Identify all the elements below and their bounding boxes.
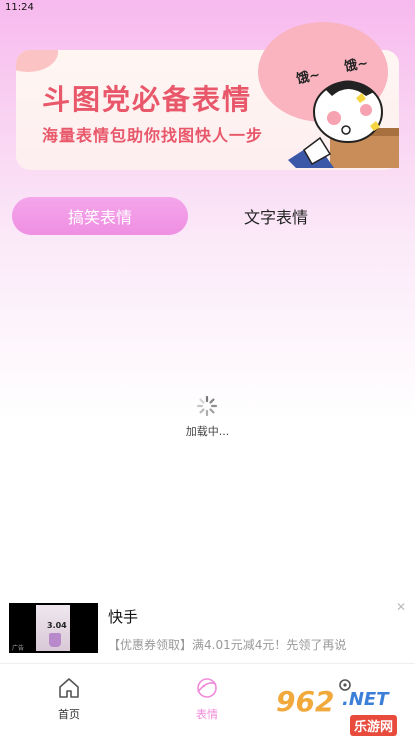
ad-thumbnail[interactable]: 3.04 广告 bbox=[9, 603, 98, 653]
home-icon bbox=[59, 678, 79, 698]
nav-item-stickers[interactable]: 表情 bbox=[167, 676, 247, 722]
nav-item-home[interactable]: 首页 bbox=[29, 676, 109, 722]
ad-title: 快手 bbox=[108, 608, 139, 626]
watermark-site-name: 乐游网 bbox=[350, 715, 398, 736]
nav-label-home: 首页 bbox=[58, 708, 80, 721]
category-tabs: 搞笑表情 文字表情 bbox=[12, 197, 404, 235]
status-time: 11:24 bbox=[5, 2, 34, 13]
ad-description: 【优惠券领取】满4.01元减4元！先领了再说 bbox=[108, 638, 347, 652]
watermark: 962 .NET 乐游网 bbox=[272, 685, 415, 738]
banner-title: 斗图党必备表情 bbox=[42, 83, 253, 116]
banner-subtitle: 海量表情包助你找图快人一步 bbox=[42, 126, 264, 145]
tab-text-stickers[interactable]: 文字表情 bbox=[188, 197, 364, 235]
ad-badge: 广告 bbox=[12, 645, 25, 652]
close-icon[interactable]: ✕ bbox=[396, 600, 406, 614]
tab-funny-stickers[interactable]: 搞笑表情 bbox=[12, 197, 188, 235]
watermark-number: 962 bbox=[276, 685, 335, 718]
planet-icon bbox=[197, 678, 217, 698]
spinner-icon bbox=[196, 395, 218, 417]
ad-banner[interactable]: 3.04 广告 快手 【优惠券领取】满4.01元减4元！先领了再说 ✕ bbox=[0, 598, 415, 658]
status-bar: 11:24 bbox=[0, 0, 415, 18]
loading-text: 加载中... bbox=[185, 425, 230, 438]
ad-thumbnail-text: 3.04 bbox=[47, 621, 67, 630]
banner-corner-decoration bbox=[16, 50, 58, 72]
loading-indicator: 加载中... bbox=[170, 395, 245, 445]
ad-product-image bbox=[49, 633, 61, 647]
nav-label-stickers: 表情 bbox=[196, 708, 218, 721]
watermark-domain: .NET bbox=[342, 689, 389, 710]
